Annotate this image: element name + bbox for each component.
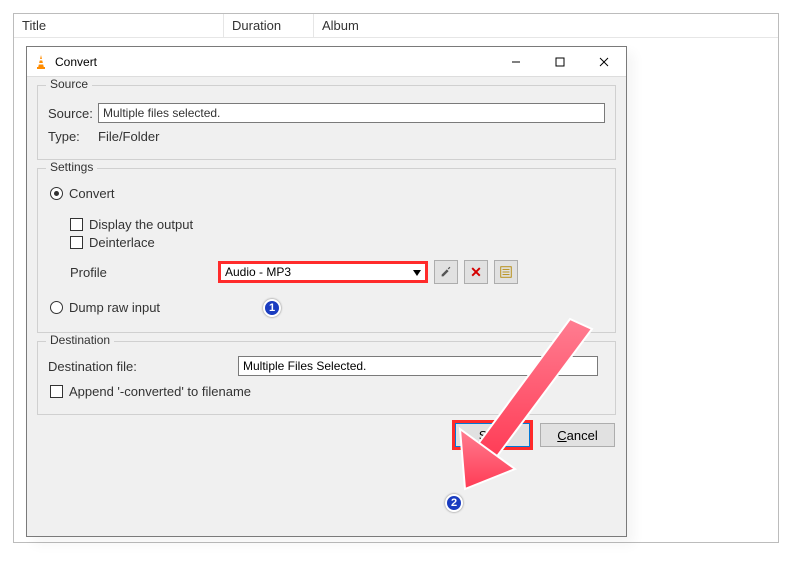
cancel-button[interactable]: Cancel <box>540 423 615 447</box>
display-output-checkbox[interactable] <box>70 218 83 231</box>
step-badge-1: 1 <box>263 299 281 317</box>
destination-legend: Destination <box>46 333 114 347</box>
delete-x-icon: ✕ <box>470 264 482 281</box>
new-profile-button[interactable] <box>494 260 518 284</box>
profile-dropdown[interactable]: Audio - MP3 <box>218 261 428 283</box>
destination-file-label: Destination file: <box>48 359 238 374</box>
convert-radio-label: Convert <box>69 186 115 201</box>
convert-radio[interactable] <box>50 187 63 200</box>
type-value: File/Folder <box>98 129 159 144</box>
append-converted-label: Append '-converted' to filename <box>69 384 251 399</box>
append-converted-checkbox[interactable] <box>50 385 63 398</box>
dump-raw-label: Dump raw input <box>69 300 160 315</box>
minimize-button[interactable] <box>494 48 538 76</box>
profile-label: Profile <box>48 265 218 280</box>
settings-legend: Settings <box>46 160 97 174</box>
start-button-rest: tart <box>487 428 506 443</box>
column-duration[interactable]: Duration <box>224 14 314 37</box>
track-list-header: Title Duration Album <box>14 14 778 38</box>
vlc-cone-icon <box>33 54 49 70</box>
step-badge-2: 2 <box>445 494 463 512</box>
destination-group: Destination Destination file: Append '-c… <box>37 341 616 415</box>
type-label: Type: <box>48 129 98 144</box>
start-button[interactable]: Start <box>455 423 530 447</box>
cancel-button-rest: ancel <box>567 428 598 443</box>
chevron-down-icon <box>413 270 421 276</box>
delete-profile-button[interactable]: ✕ <box>464 260 488 284</box>
source-label: Source: <box>48 106 98 121</box>
close-button[interactable] <box>582 48 626 76</box>
destination-file-input[interactable] <box>238 356 598 376</box>
column-album[interactable]: Album <box>314 14 778 37</box>
source-input[interactable] <box>98 103 605 123</box>
dump-raw-radio[interactable] <box>50 301 63 314</box>
source-group: Source Source: Type: File/Folder <box>37 85 616 160</box>
display-output-label: Display the output <box>89 217 193 232</box>
convert-dialog: Convert Source Source: Type: File/Folder… <box>26 46 627 537</box>
edit-profile-button[interactable] <box>434 260 458 284</box>
dialog-title: Convert <box>55 55 494 69</box>
profile-dropdown-value: Audio - MP3 <box>225 265 291 279</box>
settings-group: Settings Convert Display the output Dein… <box>37 168 616 333</box>
column-title[interactable]: Title <box>14 14 224 37</box>
deinterlace-label: Deinterlace <box>89 235 155 250</box>
dialog-button-row: Start Cancel <box>27 419 626 451</box>
title-bar[interactable]: Convert <box>27 47 626 77</box>
source-legend: Source <box>46 77 92 91</box>
maximize-button[interactable] <box>538 48 582 76</box>
deinterlace-checkbox[interactable] <box>70 236 83 249</box>
